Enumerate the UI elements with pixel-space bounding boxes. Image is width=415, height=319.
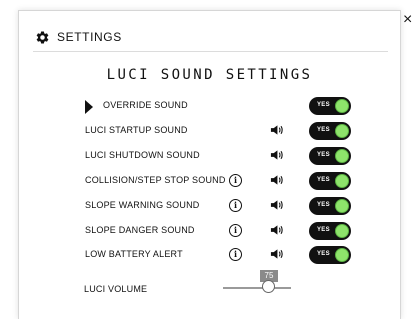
toggle-knob [335,174,349,188]
startup-sound-row: LUCI STARTUP SOUND YES [19,122,400,142]
slope-warning-sound-row: SLOPE WARNING SOUND i YES [19,197,400,217]
toggle-yes-label: YES [317,251,330,257]
toggle-knob [335,124,349,138]
toggle-yes-label: YES [317,102,330,108]
startup-sound-toggle[interactable]: YES [309,122,351,140]
info-icon[interactable]: i [229,174,242,187]
speaker-icon[interactable] [270,124,283,136]
speaker-icon[interactable] [270,248,283,260]
speaker-icon[interactable] [270,199,283,211]
slope-danger-sound-row: SLOPE DANGER SOUND i YES [19,222,400,242]
toggle-knob [335,248,349,262]
toggle-knob [335,199,349,213]
gear-icon [36,30,49,43]
toggle-yes-label: YES [317,202,330,208]
startup-sound-label: LUCI STARTUP SOUND [85,125,188,135]
slope-danger-sound-toggle[interactable]: YES [309,222,351,240]
toggle-yes-label: YES [317,152,330,158]
dialog-header: SETTINGS [35,27,122,47]
luci-volume-label: LUCI VOLUME [84,284,148,294]
toggle-yes-label: YES [317,127,330,133]
shutdown-sound-toggle[interactable]: YES [309,147,351,165]
toggle-yes-label: YES [317,227,330,233]
override-sound-row: OVERRIDE SOUND YES [19,97,400,117]
override-sound-label: OVERRIDE SOUND [103,100,188,110]
speaker-icon[interactable] [270,149,283,161]
shutdown-sound-row: LUCI SHUTDOWN SOUND YES [19,147,400,167]
speaker-icon[interactable] [270,174,283,186]
info-icon[interactable]: i [229,199,242,212]
slope-danger-sound-label: SLOPE DANGER SOUND [85,225,195,235]
collision-stop-sound-toggle[interactable]: YES [309,172,351,190]
override-sound-toggle[interactable]: YES [309,97,351,115]
speaker-icon[interactable] [270,224,283,236]
toggle-knob [335,224,349,238]
collision-stop-sound-label: COLLISION/STEP STOP SOUND [85,175,226,185]
collision-stop-sound-row: COLLISION/STEP STOP SOUND i YES [19,172,400,192]
toggle-knob [335,149,349,163]
low-battery-alert-toggle[interactable]: YES [309,246,351,264]
dialog-title: SETTINGS [57,30,122,44]
info-icon[interactable]: i [229,224,242,237]
info-icon[interactable]: i [229,248,242,261]
shutdown-sound-label: LUCI SHUTDOWN SOUND [85,150,200,160]
close-icon[interactable]: × [403,12,412,28]
low-battery-alert-row: LOW BATTERY ALERT i YES [19,246,400,266]
low-battery-alert-label: LOW BATTERY ALERT [85,249,183,259]
expand-triangle-icon[interactable] [85,100,93,114]
volume-slider-thumb[interactable] [262,280,275,293]
volume-slider-track[interactable] [223,287,291,289]
settings-dialog: SETTINGS LUCI SOUND SETTINGS OVERRIDE SO… [18,10,401,319]
slope-warning-sound-toggle[interactable]: YES [309,197,351,215]
slope-warning-sound-label: SLOPE WARNING SOUND [85,200,200,210]
toggle-yes-label: YES [317,177,330,183]
header-divider [33,51,388,52]
section-title: LUCI SOUND SETTINGS [106,67,313,83]
toggle-knob [335,99,349,113]
